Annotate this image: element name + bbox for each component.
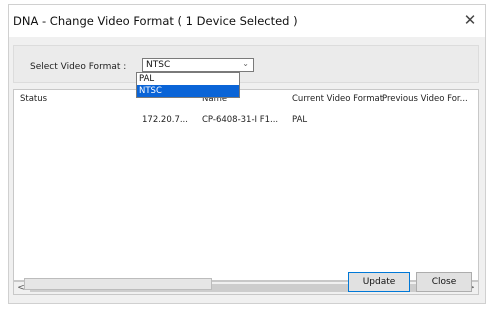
table-cell-ip[interactable]: 172.20.7... bbox=[142, 115, 188, 125]
close-button[interactable]: Close bbox=[416, 272, 472, 292]
video-format-dropdown-list: PAL NTSC bbox=[136, 72, 240, 98]
video-format-value: NTSC bbox=[146, 60, 171, 70]
table-cell-name[interactable]: CP-6408-31-I F1... bbox=[202, 115, 278, 125]
window-title: DNA - Change Video Format ( 1 Device Sel… bbox=[13, 14, 298, 28]
title-bar: DNA - Change Video Format ( 1 Device Sel… bbox=[9, 5, 485, 37]
option-ntsc[interactable]: NTSC bbox=[137, 85, 239, 97]
column-header-status[interactable]: Status bbox=[20, 94, 47, 104]
update-button[interactable]: Update bbox=[348, 272, 410, 292]
column-header-current-format[interactable]: Current Video Format bbox=[292, 94, 383, 104]
chevron-down-icon[interactable]: ⌄ bbox=[242, 59, 249, 68]
video-format-label: Select Video Format : bbox=[30, 62, 127, 72]
table-cell-current-format[interactable]: PAL bbox=[292, 115, 307, 125]
device-table: Status Name Current Video Format Previou… bbox=[13, 89, 479, 281]
format-panel: Select Video Format : NTSC ⌄ bbox=[13, 45, 479, 83]
column-header-previous-format[interactable]: Previous Video For... bbox=[382, 94, 468, 104]
close-icon[interactable]: ✕ bbox=[461, 11, 479, 29]
option-pal[interactable]: PAL bbox=[137, 73, 239, 85]
change-video-format-dialog: DNA - Change Video Format ( 1 Device Sel… bbox=[8, 4, 486, 304]
video-format-select[interactable]: NTSC ⌄ bbox=[142, 58, 254, 72]
progress-bar bbox=[24, 278, 212, 290]
